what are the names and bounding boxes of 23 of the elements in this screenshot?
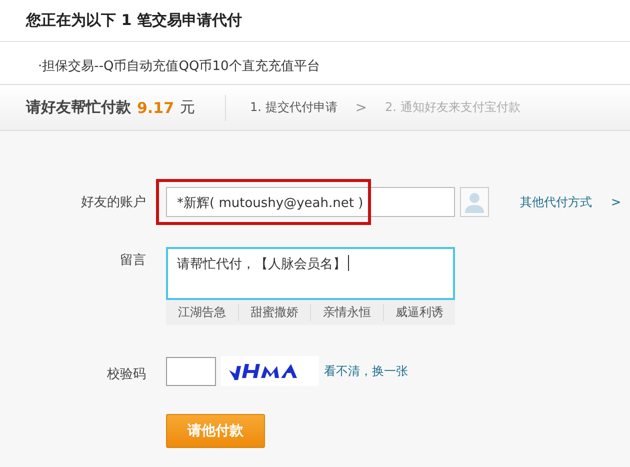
phrase-button[interactable]: 亲情永恒 [310, 304, 382, 321]
step-separator: > [355, 100, 368, 116]
phrase-button[interactable]: 甜蜜撒娇 [238, 304, 310, 321]
refresh-captcha-link[interactable]: 看不清，换一张 [324, 362, 408, 380]
page-title: 您正在为以下 1 笔交易申请代付 [26, 11, 242, 29]
step-label: 2. 通知好友来支付宝付款 [385, 99, 520, 116]
amount: 9.17 [137, 98, 174, 116]
arrow-icon: > [611, 195, 622, 209]
phrase-button[interactable]: 威逼利诱 [382, 304, 455, 321]
field-label: 校验码 [107, 366, 146, 384]
field-label: 好友的账户 [81, 194, 146, 212]
account-field[interactable]: *新辉( mutoushy@yeah.net ) [166, 187, 455, 217]
currency-unit: 元 [180, 98, 196, 117]
person-icon [464, 191, 485, 213]
field-label: 留言 [120, 252, 146, 270]
message-field[interactable]: 请帮忙代付，【人脉会员名】 [166, 247, 455, 300]
transaction-item: ·担保交易--Q币自动充值QQ币10个直充充值平台 [38, 59, 320, 74]
contacts-button[interactable] [460, 187, 489, 217]
phrase-button[interactable]: 江湖告急 [166, 304, 238, 321]
summary-label: 请好友帮忙付款 [26, 98, 131, 117]
step-label: 1. 提交代付申请 [250, 99, 338, 116]
other-payment-link[interactable]: 其他代付方式 [520, 194, 592, 210]
captcha-field[interactable] [166, 356, 216, 386]
